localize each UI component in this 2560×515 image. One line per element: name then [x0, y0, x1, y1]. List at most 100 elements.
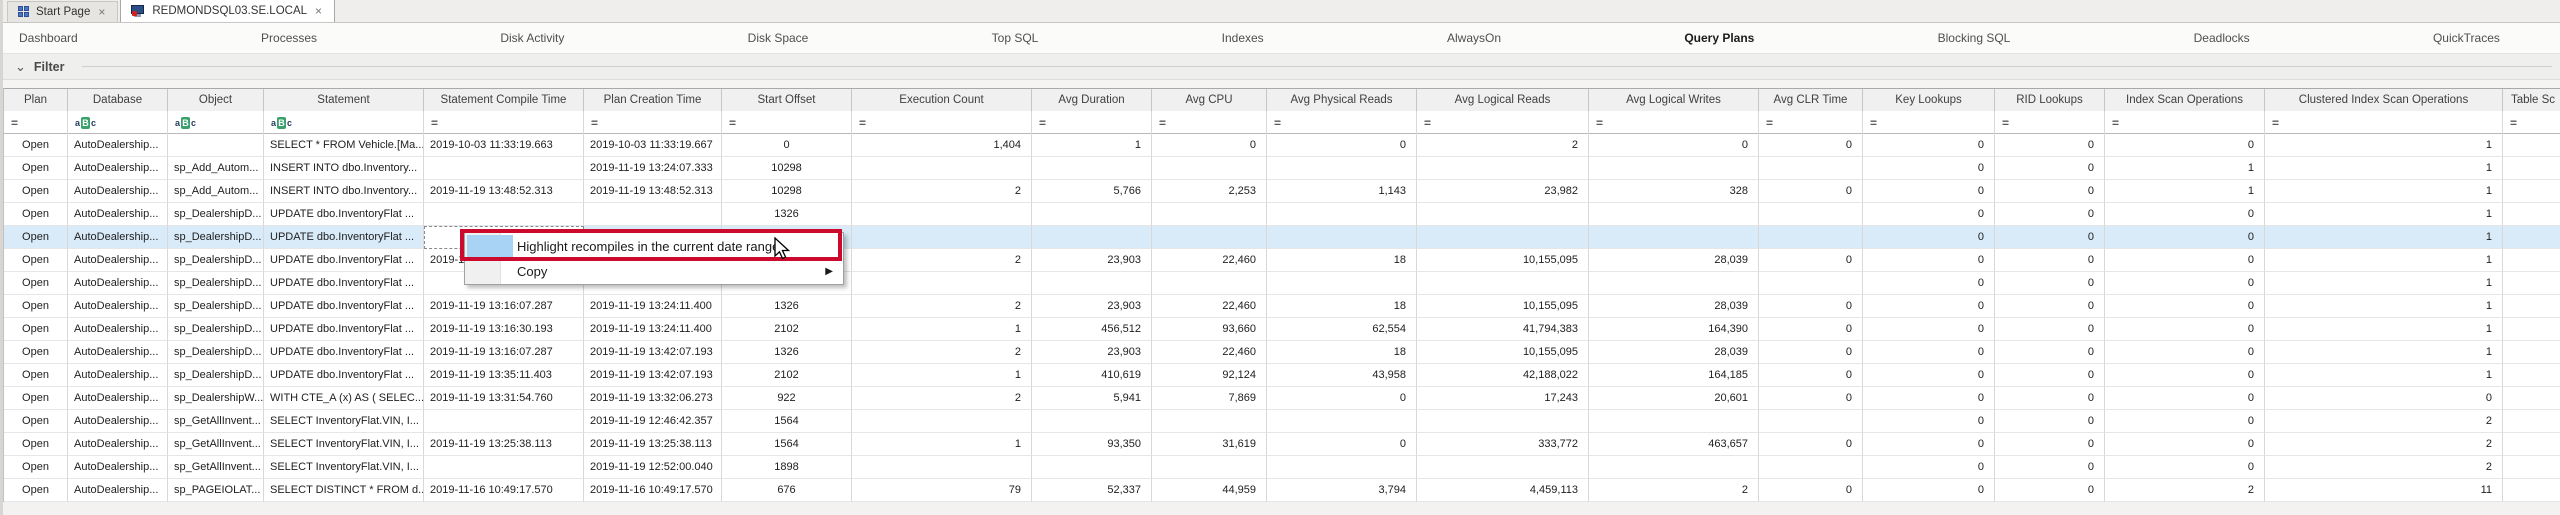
grid-cell[interactable]: 0 — [2105, 295, 2265, 318]
grid-cell[interactable]: AutoDealership... — [68, 272, 168, 295]
filter-cell[interactable]: aBc — [264, 111, 424, 134]
grid-cell[interactable]: sp_GetAllInvent... — [168, 433, 264, 456]
grid-cell[interactable]: 1 — [2265, 318, 2503, 341]
grid-cell[interactable] — [2503, 180, 2560, 203]
grid-cell[interactable]: 0 — [1863, 249, 1995, 272]
column-header[interactable]: Start Offset — [722, 89, 852, 111]
grid-cell[interactable]: 2019-11-19 13:24:07.333 — [584, 157, 722, 180]
grid-cell[interactable]: 22,460 — [1152, 295, 1267, 318]
grid-cell[interactable]: 1 — [2265, 180, 2503, 203]
grid-cell[interactable] — [424, 203, 584, 226]
table-row[interactable]: Open AutoDealership... SELECT * FROM Vehic… — [4, 134, 2560, 157]
grid-cell[interactable] — [2503, 456, 2560, 479]
grid-cell[interactable] — [1032, 272, 1152, 295]
grid-cell[interactable]: 0 — [1863, 157, 1995, 180]
grid-cell[interactable] — [1417, 157, 1589, 180]
grid-cell[interactable]: AutoDealership... — [68, 134, 168, 157]
grid-cell[interactable]: 164,185 — [1589, 364, 1759, 387]
filter-cell[interactable]: = — [722, 111, 852, 134]
grid-cell[interactable]: AutoDealership... — [68, 364, 168, 387]
grid-cell[interactable]: 0 — [2265, 387, 2503, 410]
filter-cell[interactable]: = — [2105, 111, 2265, 134]
nav-item-dashboard[interactable]: Dashboard — [19, 31, 78, 45]
grid-cell[interactable]: sp_PAGEIOLAT... — [168, 479, 264, 502]
grid-cell[interactable] — [1032, 226, 1152, 249]
grid-cell[interactable]: sp_Add_Autom... — [168, 157, 264, 180]
grid-cell[interactable]: UPDATE dbo.InventoryFlat ... — [264, 203, 424, 226]
grid-cell[interactable]: 922 — [722, 387, 852, 410]
filter-cell[interactable]: = — [1152, 111, 1267, 134]
grid-cell[interactable]: 2 — [2265, 410, 2503, 433]
grid-cell[interactable]: Open — [4, 410, 68, 433]
grid-cell[interactable]: 2 — [1417, 134, 1589, 157]
table-row[interactable]: Open AutoDealership... sp_DealershipD... UP… — [4, 318, 2560, 341]
grid-cell[interactable]: 2019-11-19 13:16:07.287 — [424, 295, 584, 318]
column-header[interactable]: Key Lookups — [1863, 89, 1995, 111]
filter-cell[interactable]: = — [584, 111, 722, 134]
nav-item-query-plans[interactable]: Query Plans — [1684, 31, 1754, 45]
filter-cell[interactable]: aBc — [168, 111, 264, 134]
column-header[interactable]: Avg Physical Reads — [1267, 89, 1417, 111]
grid-cell[interactable] — [1759, 272, 1863, 295]
table-row[interactable]: Open AutoDealership... sp_DealershipD... UP… — [4, 226, 2560, 249]
grid-cell[interactable] — [852, 203, 1032, 226]
grid-cell[interactable]: 2019-10-03 11:33:19.667 — [584, 134, 722, 157]
grid-cell[interactable]: 0 — [1863, 318, 1995, 341]
grid-cell[interactable]: 0 — [1863, 341, 1995, 364]
nav-item-disk-space[interactable]: Disk Space — [748, 31, 809, 45]
grid-cell[interactable]: UPDATE dbo.InventoryFlat ... — [264, 318, 424, 341]
grid-cell[interactable] — [852, 272, 1032, 295]
grid-cell[interactable]: sp_DealershipD... — [168, 341, 264, 364]
column-header[interactable]: Statement — [264, 89, 424, 111]
grid-cell[interactable]: 0 — [1995, 433, 2105, 456]
grid-cell[interactable] — [1417, 456, 1589, 479]
grid-cell[interactable]: 31,619 — [1152, 433, 1267, 456]
table-row[interactable]: Open AutoDealership... sp_DealershipD... UP… — [4, 249, 2560, 272]
grid-cell[interactable] — [1267, 456, 1417, 479]
grid-cell[interactable] — [1152, 456, 1267, 479]
grid-cell[interactable]: Open — [4, 479, 68, 502]
chevron-down-icon[interactable]: ⌄ — [15, 60, 26, 73]
grid-cell[interactable] — [2503, 134, 2560, 157]
grid-cell[interactable]: 0 — [1863, 456, 1995, 479]
column-header[interactable]: Avg Duration — [1032, 89, 1152, 111]
grid-cell[interactable]: 1,404 — [852, 134, 1032, 157]
grid-cell[interactable]: 0 — [1759, 295, 1863, 318]
grid-cell[interactable]: 7,869 — [1152, 387, 1267, 410]
grid-cell[interactable]: Open — [4, 341, 68, 364]
grid-cell[interactable]: 463,657 — [1589, 433, 1759, 456]
grid-cell[interactable]: 0 — [1863, 203, 1995, 226]
grid-cell[interactable] — [1032, 456, 1152, 479]
grid-cell[interactable]: 23,982 — [1417, 180, 1589, 203]
grid-cell[interactable]: 164,390 — [1589, 318, 1759, 341]
grid-cell[interactable]: AutoDealership... — [68, 180, 168, 203]
grid-cell[interactable]: 2 — [852, 387, 1032, 410]
grid-cell[interactable]: 0 — [1995, 456, 2105, 479]
grid-cell[interactable]: 0 — [2105, 203, 2265, 226]
grid-cell[interactable]: Open — [4, 226, 68, 249]
grid-cell[interactable]: 1 — [852, 433, 1032, 456]
grid-cell[interactable]: 2019-11-19 12:46:42.357 — [584, 410, 722, 433]
column-header[interactable]: Execution Count — [852, 89, 1032, 111]
filter-band[interactable]: ⌄ Filter — [3, 54, 2560, 80]
grid-cell[interactable]: 2019-11-16 10:49:17.570 — [424, 479, 584, 502]
grid-cell[interactable] — [424, 157, 584, 180]
table-row[interactable]: Open AutoDealership... sp_GetAllInvent... S… — [4, 456, 2560, 479]
grid-cell[interactable]: UPDATE dbo.InventoryFlat ... — [264, 295, 424, 318]
menu-item-copy[interactable]: Copy ▶ — [465, 259, 843, 284]
grid-cell[interactable] — [1759, 226, 1863, 249]
grid-cell[interactable]: 0 — [2105, 134, 2265, 157]
grid-cell[interactable]: 0 — [1759, 134, 1863, 157]
grid-cell[interactable]: 0 — [1995, 226, 2105, 249]
grid-cell[interactable] — [1267, 157, 1417, 180]
grid-cell[interactable] — [852, 410, 1032, 433]
grid-cell[interactable]: 42,188,022 — [1417, 364, 1589, 387]
grid-cell[interactable] — [1267, 410, 1417, 433]
grid-cell[interactable]: AutoDealership... — [68, 341, 168, 364]
grid-cell[interactable]: 1 — [2265, 157, 2503, 180]
grid-cell[interactable]: UPDATE dbo.InventoryFlat ... — [264, 364, 424, 387]
filter-cell[interactable]: = — [1589, 111, 1759, 134]
grid-cell[interactable]: sp_DealershipD... — [168, 203, 264, 226]
grid-cell[interactable]: 5,941 — [1032, 387, 1152, 410]
table-row[interactable]: Open AutoDealership... sp_Add_Autom... INSE… — [4, 157, 2560, 180]
